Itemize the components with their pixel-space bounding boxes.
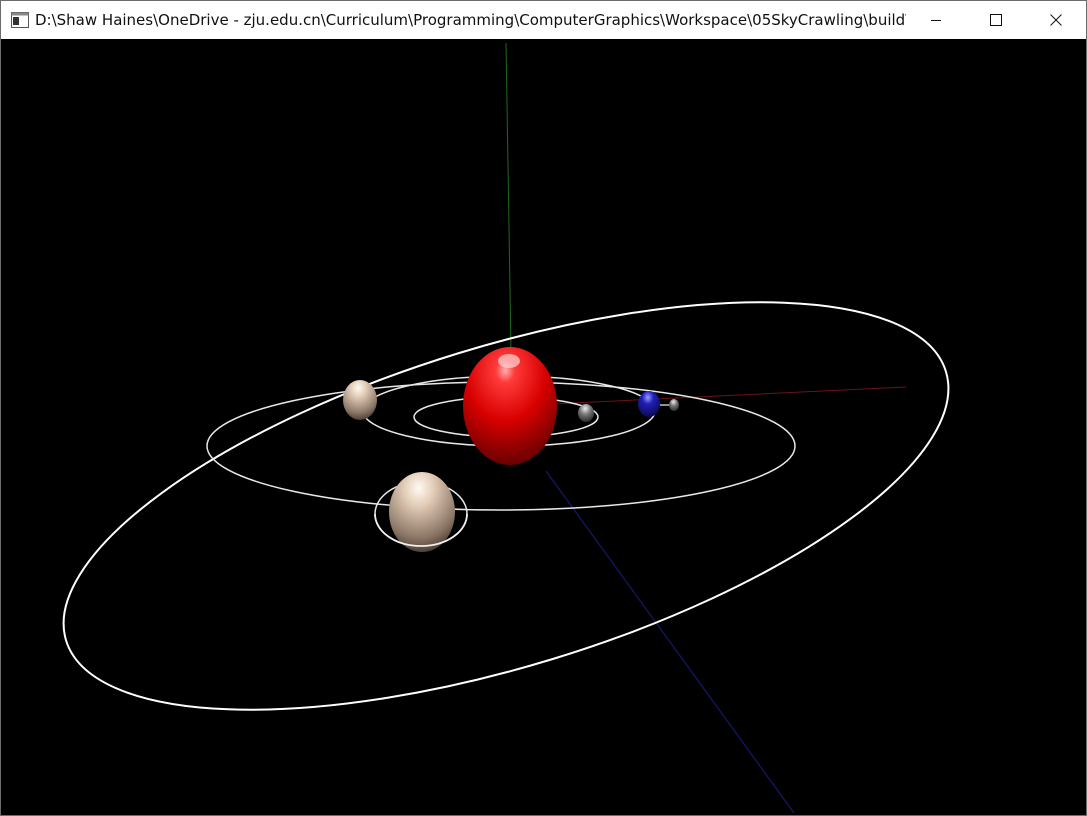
sun-highlight [498,354,520,368]
earth-sphere [638,391,660,417]
close-button[interactable] [1026,1,1086,39]
moon-sphere [669,399,679,411]
title-bar[interactable]: D:\Shaw Haines\OneDrive - zju.edu.cn\Cur… [1,1,1086,39]
maximize-button[interactable] [966,1,1026,39]
maximize-icon [990,14,1002,26]
y-axis-line [505,42,512,352]
window-title: D:\Shaw Haines\OneDrive - zju.edu.cn\Cur… [35,11,906,29]
close-icon [1050,14,1062,26]
solar-system-scene [62,42,950,814]
planet-back [343,380,377,420]
render-viewport[interactable] [1,39,1086,815]
grey-planet [578,404,594,422]
application-window: D:\Shaw Haines\OneDrive - zju.edu.cn\Cur… [0,0,1087,816]
outer-orbit [62,301,950,711]
minimize-button[interactable] [906,1,966,39]
caption-buttons [906,1,1086,39]
ringed-planet-sphere [389,472,455,552]
z-axis-line [545,470,795,814]
minimize-icon [931,20,941,21]
console-window-icon [1,1,39,39]
